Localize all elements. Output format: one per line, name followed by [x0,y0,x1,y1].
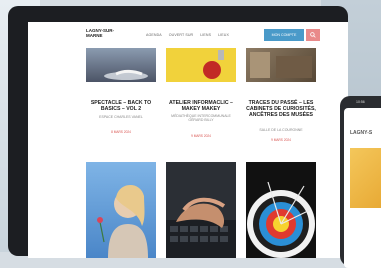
event-date: 9 MARS 2024 [271,138,291,142]
event-venue: SALLE DE LA COURONNE [259,128,303,132]
event-venue: MÉDIATHÈQUE INTERCOMMUNALE GÉRARD BILLY [171,114,231,123]
site-header: LAGNY-SUR-MARNE AGENDA OUVERT SUR LIENS … [28,22,348,48]
event-card[interactable]: ATELIER INFORMACLIC – MAKEY MAKEY MÉDIAT… [166,48,236,172]
phone-screen: LAGNY-S [344,108,381,268]
phone-event-image[interactable] [350,148,381,208]
event-image-target[interactable] [246,162,316,258]
phone-status-time: 10:56 [356,100,365,104]
account-button[interactable]: MON COMPTE [264,29,304,41]
event-title[interactable]: ATELIER INFORMACLIC – MAKEY MAKEY [166,100,236,112]
laptop-screen: LAGNY-SUR-MARNE AGENDA OUVERT SUR LIENS … [28,22,348,258]
search-icon [310,32,316,38]
menu-item-liens[interactable]: LIENS [200,33,211,37]
laptop-frame: LAGNY-SUR-MARNE AGENDA OUVERT SUR LIENS … [8,6,348,258]
event-card[interactable]: TRACES DU PASSÉ – LES CABINETS DE CURIOS… [246,48,316,172]
menu-item-lieux[interactable]: LIEUX [218,33,229,37]
main-menu: AGENDA OUVERT SUR LIENS LIEUX [146,33,229,37]
event-date: 8 MARS 2024 [111,130,131,134]
event-image-makey [166,48,236,82]
event-image-curiosities [246,48,316,82]
menu-item-ouvert[interactable]: OUVERT SUR [169,33,193,37]
event-title[interactable]: TRACES DU PASSÉ – LES CABINETS DE CURIOS… [246,100,316,119]
event-card[interactable]: SPECTACLE – BACK TO BASICS – VOL 2 ESPAC… [86,48,156,172]
event-image-woman-flower[interactable] [86,162,156,258]
menu-item-agenda[interactable]: AGENDA [146,33,162,37]
event-date: 9 MARS 2024 [191,134,211,138]
site-logo[interactable]: LAGNY-SUR-MARNE [86,28,126,38]
event-image-keyboard[interactable] [166,162,236,258]
phone-site-logo[interactable]: LAGNY-S [350,130,372,136]
phone-frame: 10:56 LAGNY-S [340,96,381,268]
search-button[interactable] [306,29,320,41]
event-title[interactable]: SPECTACLE – BACK TO BASICS – VOL 2 [86,100,156,112]
event-image-dancer [86,48,156,82]
event-venue: ESPACE CHARLES VANEL [99,115,143,119]
